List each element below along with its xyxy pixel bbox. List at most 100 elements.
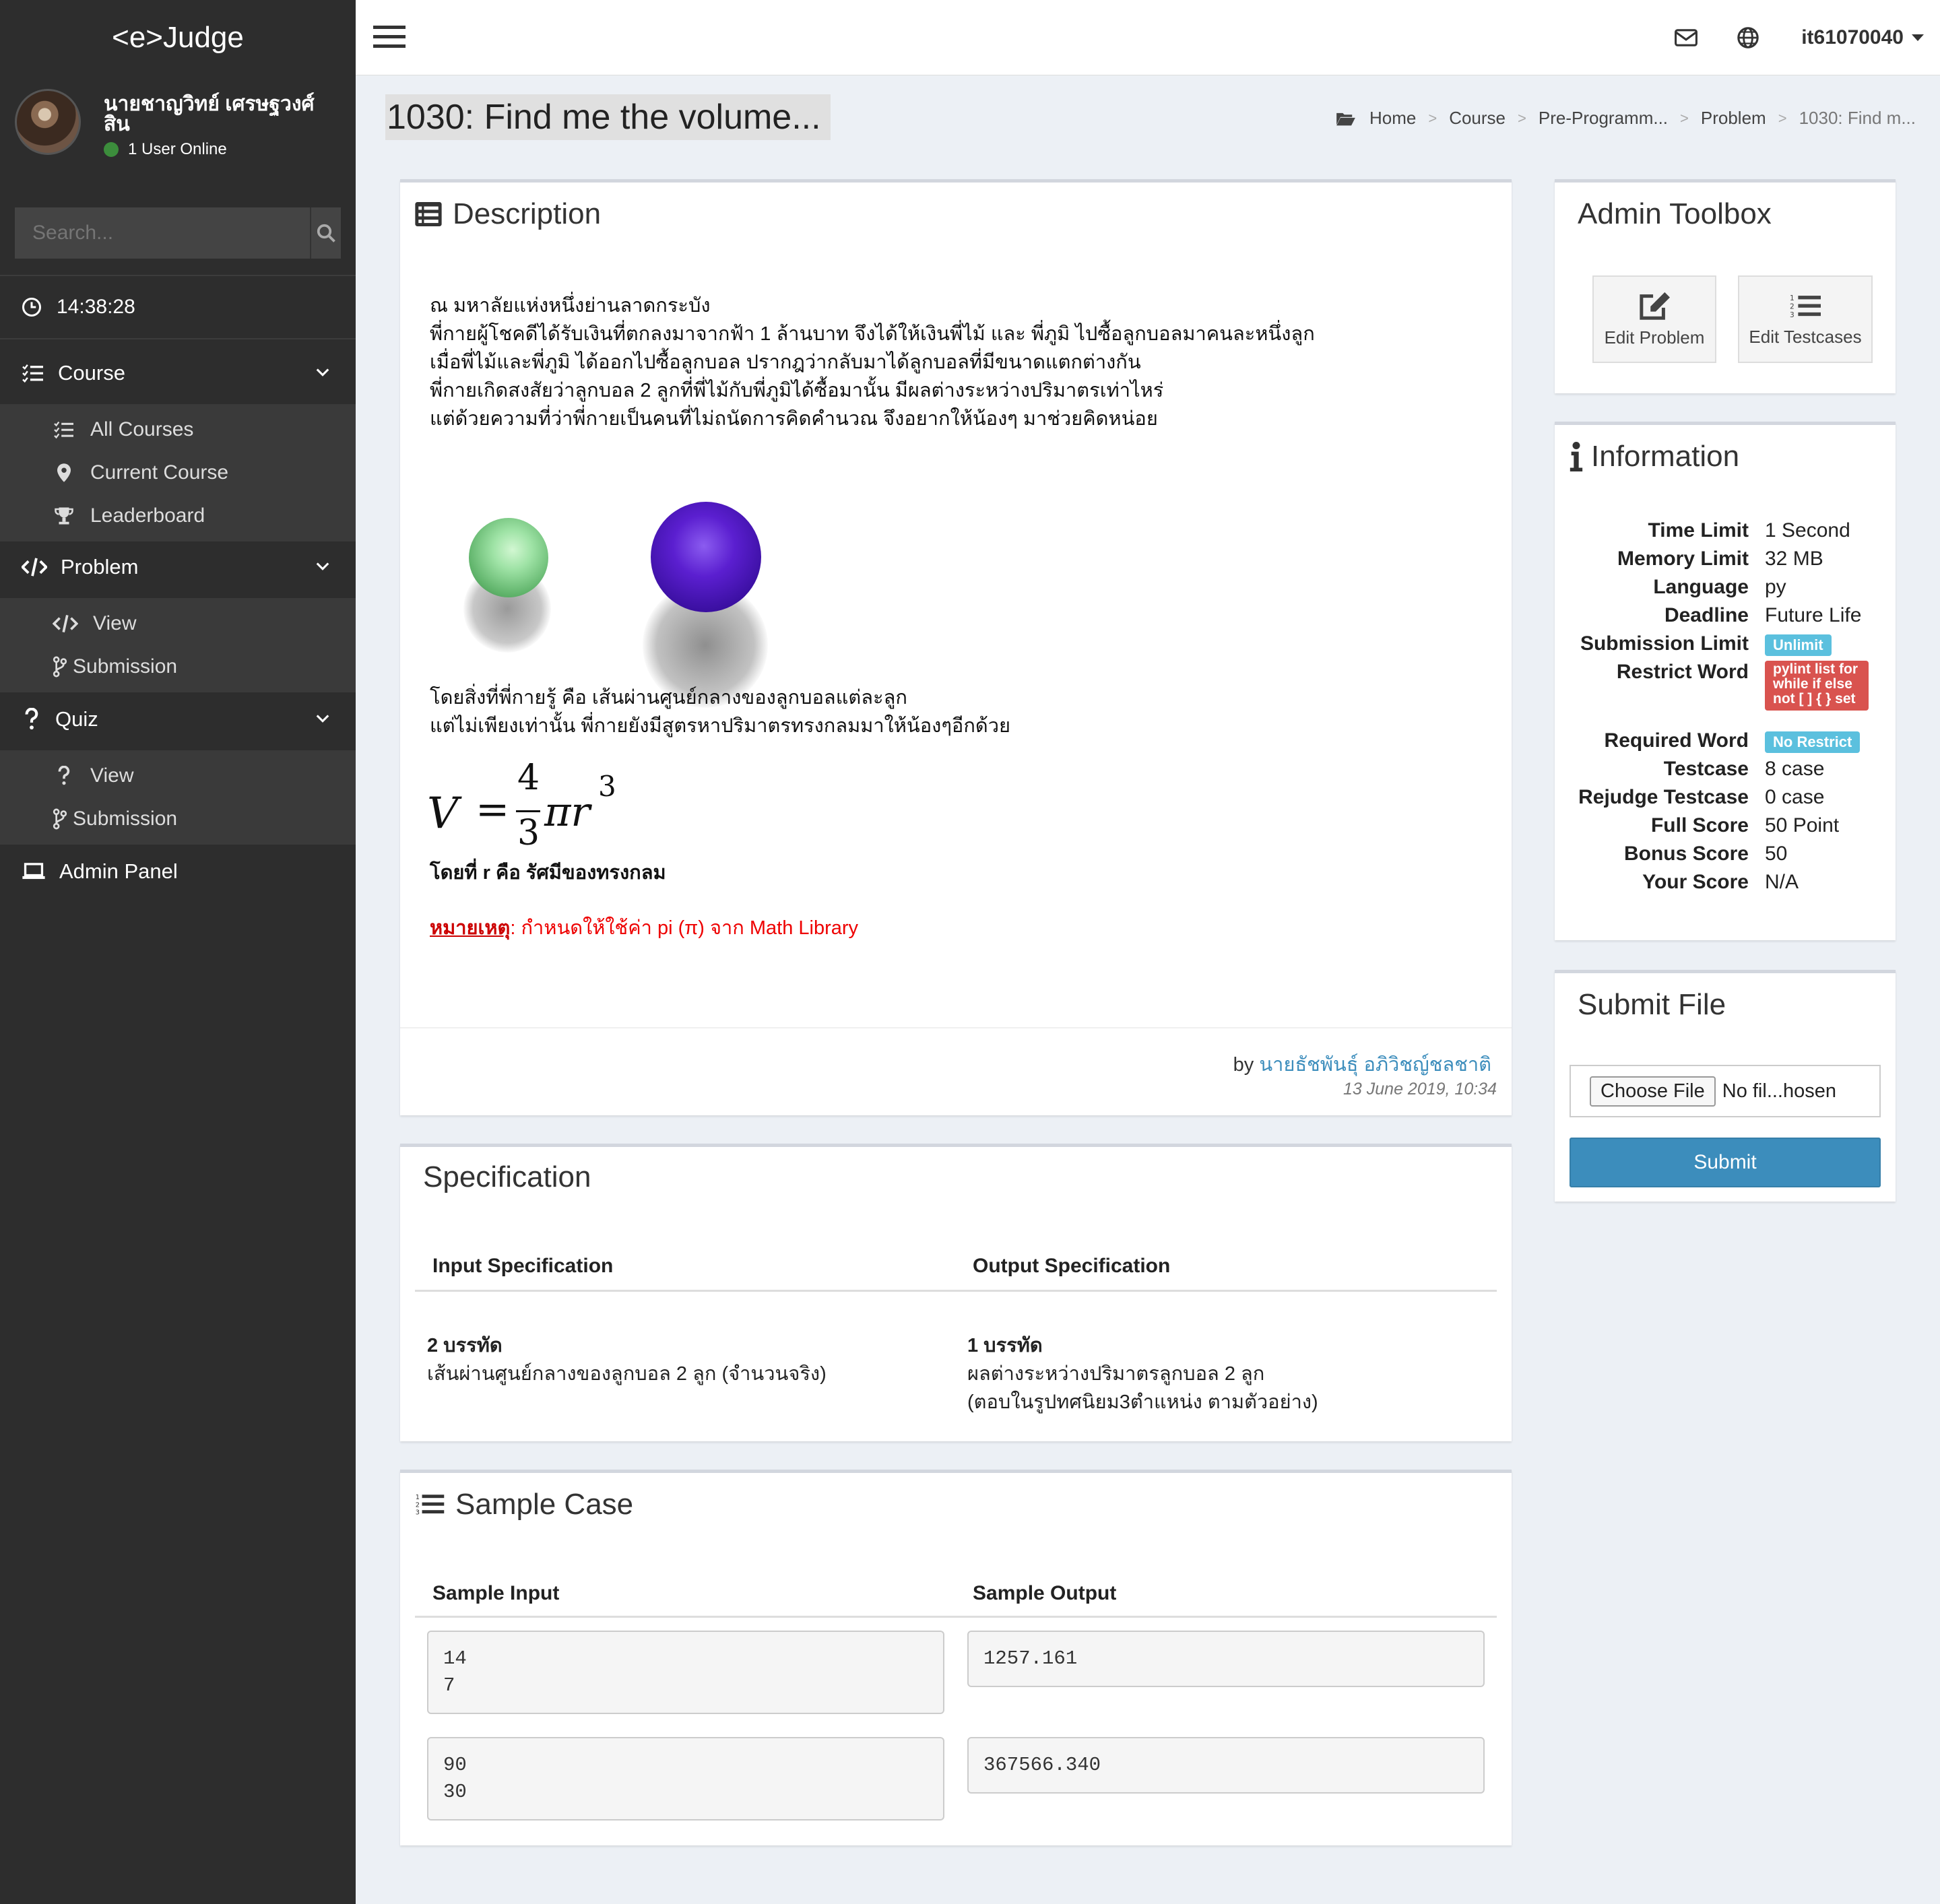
info-value: N/A [1765,871,1799,893]
list-alt-icon [415,202,442,226]
sidebar-item-all-courses[interactable]: All Courses [0,408,356,451]
formula-fraction-bar [516,810,540,812]
sample-case-box: 123 Sample Case Sample Input Sample Outp… [400,1470,1512,1845]
sidebar-item-quiz-submission[interactable]: Submission [0,797,356,841]
info-value: 32 MB [1765,548,1823,570]
chevron-down-icon [316,368,329,376]
info-testcase: Testcase 8 case [1555,758,1896,781]
admin-toolbox: Admin Toolbox Edit Problem 123 Edit Test… [1555,179,1896,393]
submit-file-title: Submit File [1578,988,1726,1021]
sidebar-item-course[interactable]: Course [0,342,356,404]
edit-icon [1640,292,1670,320]
breadcrumb-home[interactable]: Home [1369,108,1416,129]
choose-file-button[interactable]: Choose File [1590,1076,1716,1107]
note-label: หมายเหตุ [430,917,511,939]
sample-divider [415,1616,1497,1618]
author-link[interactable]: นายธัชพันธุ์ อภิวิชญ์ชลชาติ [1259,1054,1491,1076]
sidebar-item-current-course[interactable]: Current Course [0,451,356,494]
sidebar-item-problem-submission[interactable]: Submission [0,645,356,688]
account-name: it61070040 [1801,26,1904,48]
status-badge: No Restrict [1765,731,1861,753]
sample-input-2[interactable]: 90 30 [427,1737,944,1820]
problem-submenu: View Submission [0,598,356,692]
globe-icon [1737,27,1759,48]
input-spec-desc: เส้นผ่านศูนย์กลางของลูกบอล 2 ลูก (จำนวนจ… [427,1363,827,1385]
info-key: Required Word [1604,729,1749,752]
breadcrumb-separator: > [1428,109,1437,127]
user-name: นายชาญวิทย์ เศรษฐวงศ์สิน [104,93,315,135]
language-button[interactable] [1737,26,1759,49]
description-footer-divider [400,1027,1512,1028]
info-value: 50 Point [1765,814,1840,836]
messages-button[interactable] [1675,28,1698,47]
sidebar-item-quiz-view[interactable]: View [0,754,356,797]
edit-problem-button[interactable]: Edit Problem [1592,275,1716,363]
online-text: 1 User Online [128,140,227,158]
laptop-icon [22,863,45,880]
sidebar-item-leaderboard[interactable]: Leaderboard [0,494,356,537]
author-prefix: by [1233,1054,1254,1076]
search-button[interactable] [310,207,341,259]
output-spec-body: 1 บรรทัด ผลต่างระหว่างปริมาตรลูกบอล 2 ลู… [967,1332,1318,1416]
sample-output-1[interactable]: 1257.161 [967,1631,1485,1687]
description-line: เมื่อพี่ไม้และพี่ภูมิ ได้ออกไปซื้อลูกบอล… [430,352,1141,373]
sidebar-item-problem[interactable]: Problem [0,536,356,598]
app-logo[interactable]: <e>Judge [0,0,356,75]
breadcrumb-problem[interactable]: Problem [1701,108,1766,129]
sidebar-item-quiz[interactable]: Quiz [0,688,356,750]
online-dot-icon [104,142,119,157]
info-value: 8 case [1765,758,1825,780]
info-rejudge-testcase: Rejudge Testcase 0 case [1555,786,1896,809]
formula-exponent: 3 [598,770,616,803]
clock: 14:38:28 [0,275,356,339]
breadcrumb-preprogramming[interactable]: Pre-Programm... [1539,108,1668,129]
post-date: 13 June 2019, 10:34 [1343,1080,1497,1098]
sidebar-toggle[interactable] [373,24,406,52]
info-key: Submission Limit [1580,632,1749,655]
question-icon [58,766,70,785]
file-input[interactable]: Choose File No fil...hosen [1570,1065,1881,1117]
sidebar-item-label: Quiz [55,707,98,731]
search-input[interactable] [15,207,310,259]
output-spec-desc: ผลต่างระหว่างปริมาตรลูกบอล 2 ลูก [967,1363,1265,1385]
info-key: Your Score [1642,871,1749,893]
information-title: Information [1591,440,1740,473]
info-bonus-score: Bonus Score 50 [1555,843,1896,865]
edit-problem-label: Edit Problem [1604,327,1705,348]
info-key: Rejudge Testcase [1578,786,1749,808]
submit-file-box: Submit File Choose File No fil...hosen S… [1555,970,1896,1202]
description-line: พี่กายผู้โชคดีได้รับเงินที่ตกลงมาจากฟ้า … [430,323,1315,345]
sidebar-item-label: All Courses [90,418,194,440]
menu-course: Course All Courses Current Course Leader… [0,342,356,541]
submit-button[interactable]: Submit [1570,1138,1881,1187]
sidebar-item-label: View [93,612,137,634]
edit-testcases-label: Edit Testcases [1749,326,1862,347]
sidebar-item-admin-panel[interactable]: Admin Panel [0,841,356,902]
quiz-submenu: View Submission [0,750,356,845]
sidebar-item-label: Submission [73,655,178,678]
user-menu[interactable]: it61070040 [1801,26,1924,49]
volume-formula: V = 4 3 πr 3 [427,758,643,856]
question-icon [25,708,38,730]
edit-testcases-button[interactable]: 123 Edit Testcases [1738,275,1873,363]
info-key: Deadline [1664,604,1749,626]
info-value: py [1765,576,1786,598]
code-branch-icon [53,656,67,678]
description-box: Description ณ มหาลัยแห่งหนึ่งย่านลาดกระบ… [400,179,1512,1115]
sidebar-item-problem-view[interactable]: View [0,602,356,645]
list-ol-icon: 123 [416,1494,445,1517]
svg-text:1: 1 [1790,294,1795,302]
author-line: by นายธัชพันธุ์ อภิวิชญ์ชลชาติ [1233,1049,1491,1080]
sample-input-1[interactable]: 14 7 [427,1631,944,1714]
breadcrumb-course[interactable]: Course [1449,108,1506,129]
code-icon [53,615,78,632]
sample-output-2[interactable]: 367566.340 [967,1737,1485,1794]
svg-text:3: 3 [416,1509,420,1517]
description-line: ณ มหาลัยแห่งหนึ่งย่านลาดกระบัง [430,295,711,317]
info-key: Memory Limit [1617,548,1749,570]
breadcrumb: Home > Course > Pre-Programm... > Proble… [1336,108,1916,129]
purple-ball [651,502,761,612]
description-paragraph: ณ มหาลัยแห่งหนึ่งย่านลาดกระบัง พี่กายผู้… [430,292,1315,433]
info-submission-limit: Submission Limit Unlimit [1555,632,1896,656]
info-restrict-word: Restrict Word pylint list for while if el… [1555,661,1896,711]
